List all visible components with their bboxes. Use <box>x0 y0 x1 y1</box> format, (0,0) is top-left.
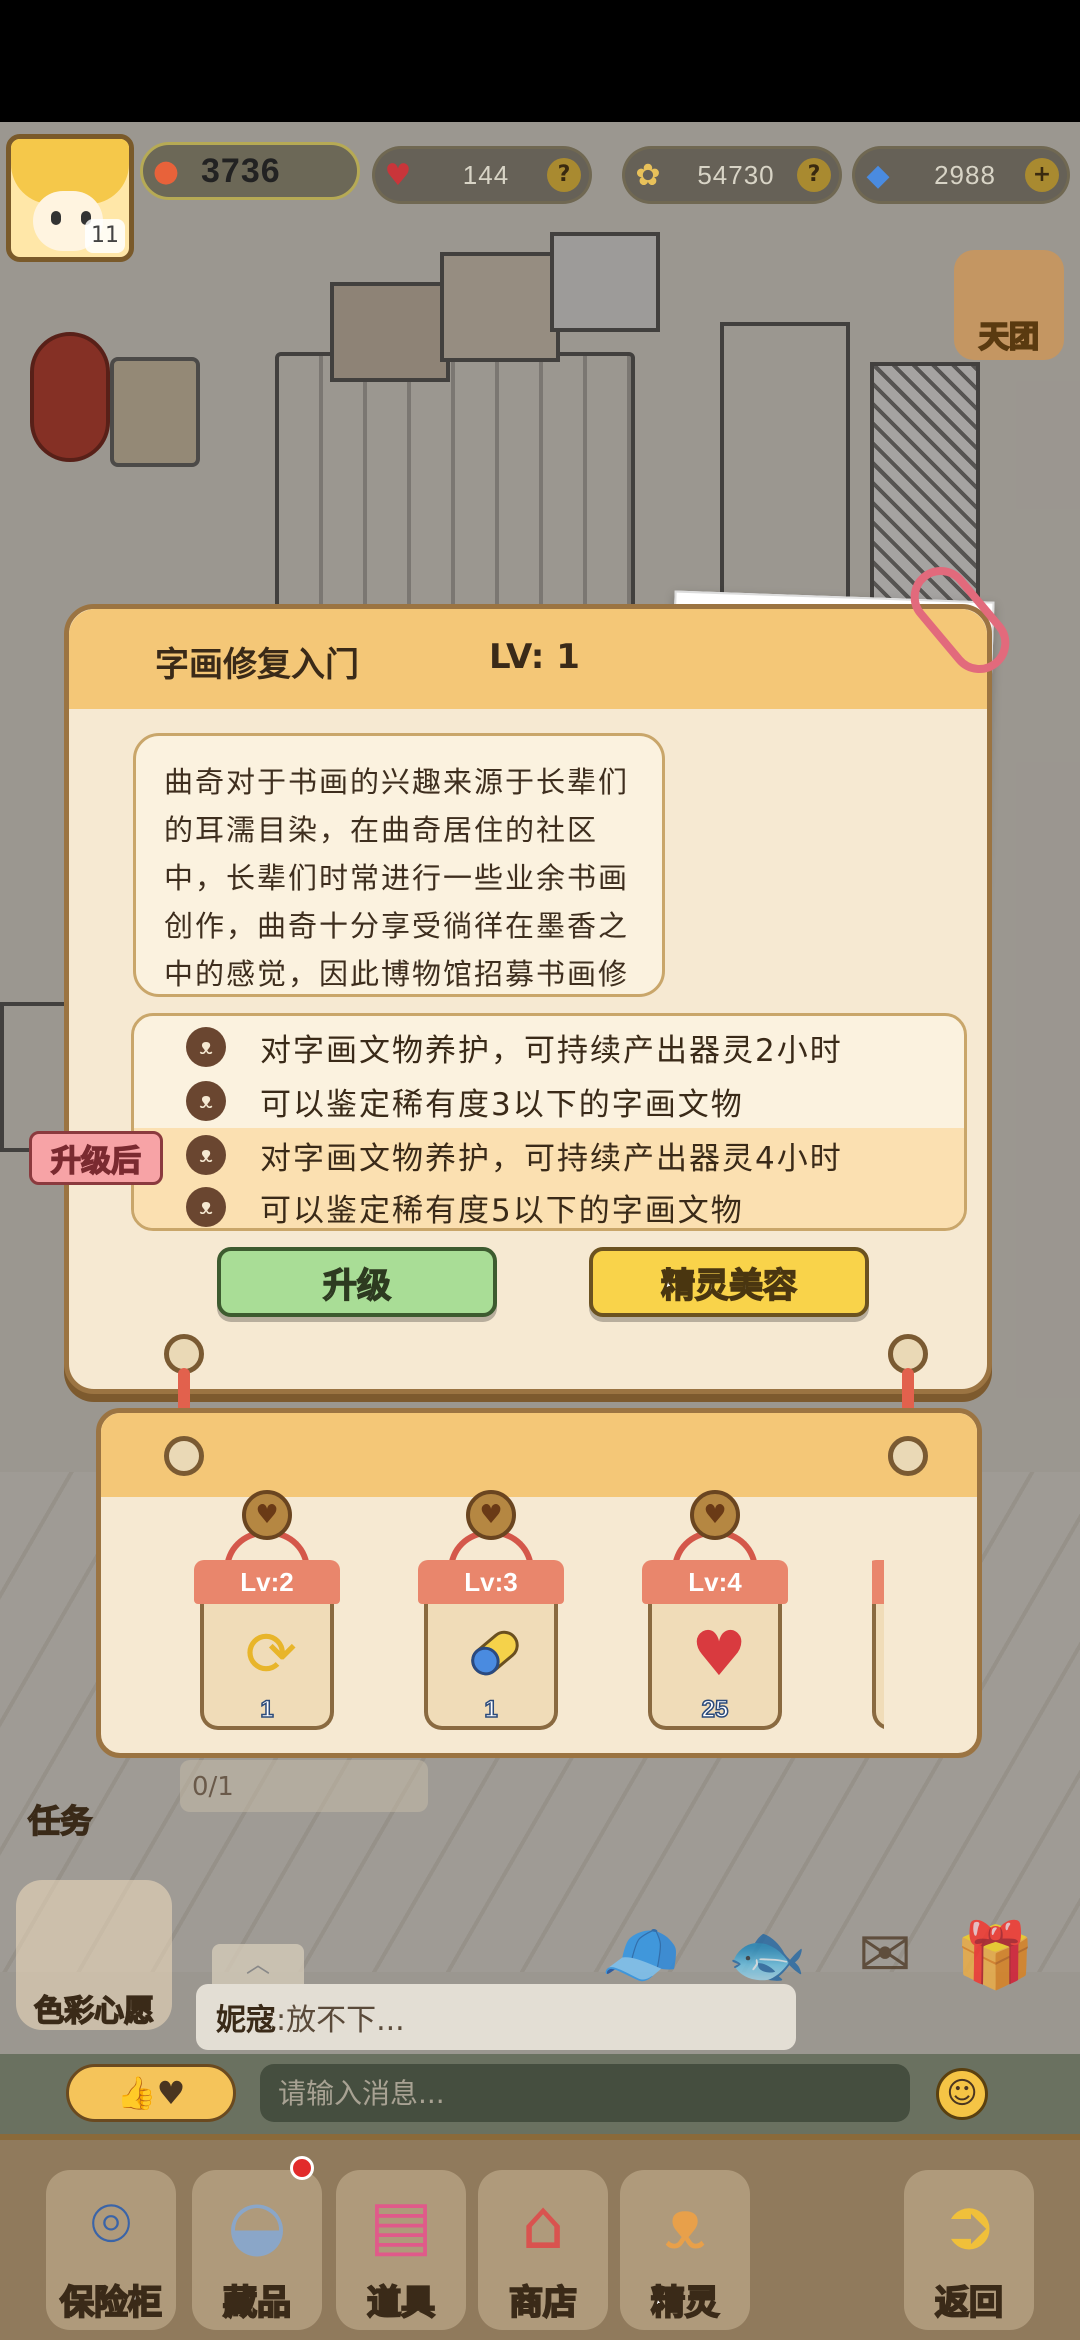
heart-counter: ♥ 144 ? <box>372 146 592 204</box>
red-heart-icon: ♥ <box>691 1616 747 1690</box>
current-effect-row: ᴥ 可以鉴定稀有度3以下的字画文物 <box>134 1074 964 1128</box>
add-gems-button[interactable]: + <box>1025 158 1059 192</box>
help-icon[interactable]: ? <box>797 158 831 192</box>
chat-input-bar: 👍♥ ☺ <box>0 2054 1080 2134</box>
nav-shop[interactable]: ⌂ 商店 <box>478 2170 608 2330</box>
gem-icon: ◆ <box>866 157 890 193</box>
nav-spirit[interactable]: ᴥ 精灵 <box>620 2170 750 2330</box>
dog-face-icon: ᴥ <box>664 2185 706 2265</box>
reward-count: 1 <box>484 1695 499 1724</box>
reward-level: Lv:4 <box>642 1560 788 1604</box>
heart-value: 144 <box>462 159 510 190</box>
color-wish-button[interactable]: 色彩心愿 <box>16 1880 172 2030</box>
gold-value: 3736 <box>201 151 281 190</box>
status-bar <box>0 0 1080 122</box>
dialog-header: 字画修复入门 LV: 1 <box>69 609 987 709</box>
cat-bullet-icon: ᴥ <box>186 1187 226 1227</box>
player-level: 11 <box>85 219 125 253</box>
upgrade-after-tag: 升级后 <box>29 1131 163 1185</box>
ring-icon <box>164 1436 204 1476</box>
balloon-icon: ● <box>152 153 180 189</box>
chat-input[interactable] <box>260 2064 910 2122</box>
chat-message: :放不下... <box>276 2003 405 2038</box>
upgrade-button[interactable]: 升级 <box>217 1247 497 1317</box>
cat-bullet-icon: ᴥ <box>186 1027 226 1067</box>
nav-collection[interactable]: ◒ 藏品 <box>192 2156 322 2330</box>
ring-icon <box>888 1436 928 1476</box>
help-icon[interactable]: ? <box>547 158 581 192</box>
cat-bullet-icon: ᴥ <box>186 1081 226 1121</box>
skill-title: 字画修复入门 <box>155 645 359 685</box>
reward-card-partial[interactable] <box>872 1560 884 1730</box>
quest-progress: 0/1 <box>180 1760 428 1812</box>
envelope-icon[interactable]: ✉ <box>840 1910 930 2000</box>
skill-dialog: 字画修复入门 LV: 1 曲奇对于书画的兴趣来源于长辈们的耳濡目染，在曲奇居住的… <box>29 604 992 1394</box>
reward-level: Lv:3 <box>418 1560 564 1604</box>
gift-box-icon[interactable]: 🎁 <box>950 1910 1040 2000</box>
skill-description[interactable]: 曲奇对于书画的兴趣来源于长辈们的耳濡目染，在曲奇居住的社区中，长辈们时常进行一些… <box>133 733 665 997</box>
team-button[interactable]: 天团 <box>954 250 1064 360</box>
gem-counter: ◆ 2988 + <box>852 146 1070 204</box>
emoji-icon[interactable]: ☺ <box>936 2068 988 2120</box>
shop-icon: ⌂ <box>521 2185 565 2265</box>
refresh-arrows-icon: ⟳ <box>245 1616 297 1690</box>
heart-pin-icon: ♥ <box>466 1490 516 1540</box>
cards-icon: ▤ <box>368 2185 434 2265</box>
player-avatar[interactable]: 11 <box>6 134 134 262</box>
notification-dot <box>290 2156 314 2180</box>
effects-list: ᴥ 对字画文物养护，可持续产出器灵2小时 ᴥ 可以鉴定稀有度3以下的字画文物 ᴥ… <box>131 1013 967 1231</box>
bowl-icon: ◒ <box>227 2185 287 2265</box>
reward-level: Lv:2 <box>194 1560 340 1604</box>
reward-count: 25 <box>701 1695 729 1724</box>
bottom-navigation: ⌾ 保险柜 ◒ 藏品 ▤ 道具 ⌂ 商店 ᴥ 精灵 ➲ 返回 <box>0 2134 1080 2340</box>
chat-sender: 妮寇 <box>216 2003 276 2038</box>
heart-pin-icon: ♥ <box>690 1490 740 1540</box>
skill-level: LV: 1 <box>489 637 580 677</box>
emote-button[interactable]: 👍♥ <box>66 2064 236 2122</box>
reward-card-lv2[interactable]: ♥ Lv:2 ⟳ 1 <box>194 1490 340 1730</box>
flower-value: 54730 <box>697 159 775 190</box>
color-wish-label: 色彩心愿 <box>33 1993 155 2030</box>
nav-items[interactable]: ▤ 道具 <box>336 2170 466 2330</box>
chevron-up-icon[interactable]: ︿ <box>212 1944 304 1984</box>
upgraded-effect-row: ᴥ 对字画文物养护，可持续产出器灵4小时 <box>134 1128 964 1182</box>
reward-count: 1 <box>260 1695 275 1724</box>
reward-card-lv3[interactable]: ♥ Lv:3 1 <box>418 1490 564 1730</box>
nav-back[interactable]: ➲ 返回 <box>904 2170 1034 2330</box>
gem-value: 2988 <box>934 159 996 190</box>
gold-counter: ● 3736 <box>140 142 360 200</box>
upgraded-effect-row: ᴥ 可以鉴定稀有度5以下的字画文物 <box>134 1180 964 1228</box>
quest-label: 任务 <box>27 1801 93 1841</box>
flower-counter: ✿ 54730 ? <box>622 146 842 204</box>
heart-pin-icon: ♥ <box>242 1490 292 1540</box>
reward-card-lv4[interactable]: ♥ Lv:4 ♥ 25 <box>642 1490 788 1730</box>
beauty-button[interactable]: 精灵美容 <box>589 1247 869 1317</box>
heart-icon: ♥ <box>384 157 412 193</box>
team-label: 天团 <box>978 319 1040 356</box>
quest-button[interactable]: 任务 <box>18 1700 148 1850</box>
description-text: 曲奇对于书画的兴趣来源于长辈们的耳濡目染，在曲奇居住的社区中，长辈们时常进行一些… <box>164 765 630 991</box>
top-resource-bar: 11 ● 3736 ♥ 144 ? ✿ 54730 ? ◆ 2988 + <box>0 128 1080 262</box>
capsule-pill-icon <box>458 1616 532 1690</box>
nav-safe[interactable]: ⌾ 保险柜 <box>46 2170 176 2330</box>
safe-icon: ⌾ <box>90 2185 132 2264</box>
arrow-right-icon: ➲ <box>940 2185 998 2265</box>
flower-icon: ✿ <box>635 157 661 193</box>
cat-bullet-icon: ᴥ <box>186 1135 226 1175</box>
latest-chat-message[interactable]: 妮寇 :放不下... <box>196 1984 796 2050</box>
current-effect-row: ᴥ 对字画文物养护，可持续产出器灵2小时 <box>134 1020 964 1074</box>
